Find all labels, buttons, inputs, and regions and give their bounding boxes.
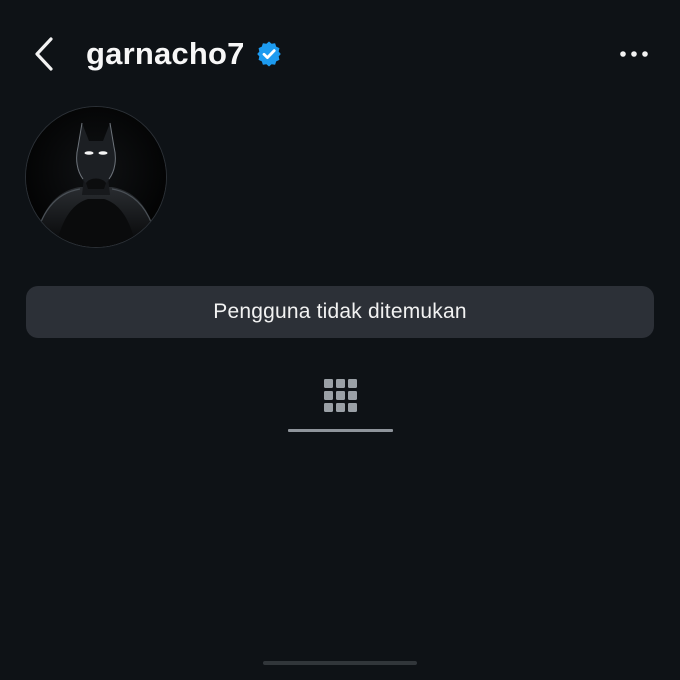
back-button[interactable]	[24, 34, 64, 74]
batman-avatar	[26, 107, 166, 247]
ellipsis-horizontal-icon	[620, 51, 648, 57]
username: garnacho7	[86, 36, 245, 71]
username-group: garnacho7	[86, 32, 283, 76]
profile-header: garnacho7	[0, 20, 680, 88]
more-options-button[interactable]	[612, 34, 656, 74]
tab-underline	[288, 429, 393, 432]
user-not-found-banner: Pengguna tidak ditemukan	[26, 286, 654, 338]
verified-badge-icon	[255, 40, 283, 68]
status-message: Pengguna tidak ditemukan	[213, 300, 467, 323]
tab-posts-grid[interactable]	[288, 372, 393, 432]
bottom-faint-bar	[263, 661, 417, 665]
chevron-left-icon	[35, 37, 53, 71]
grid-icon	[324, 379, 357, 412]
profile-screen: garnacho7 Pengguna tidak ditemukan	[0, 0, 680, 680]
profile-avatar[interactable]	[26, 107, 166, 247]
